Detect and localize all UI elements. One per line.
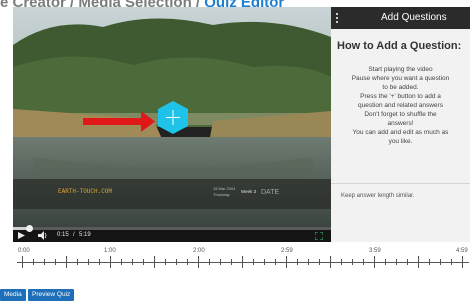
kebab-menu-icon[interactable]: [335, 12, 339, 24]
help-line: answers!: [387, 120, 414, 127]
fullscreen-icon[interactable]: [315, 232, 323, 240]
timeline-minor-tick: [55, 259, 56, 265]
help-line: Pause where you want a question: [351, 75, 450, 82]
help-line: Start playing the video: [368, 66, 433, 73]
timeline-minor-tick: [121, 259, 122, 265]
help-line: Press the '+' button to add a: [360, 93, 441, 100]
help-line: question and related answers: [358, 102, 443, 109]
media-button[interactable]: Media: [0, 289, 26, 301]
timeline-minor-tick: [231, 259, 232, 265]
timeline-minor-tick: [132, 259, 133, 265]
volume-icon[interactable]: [38, 231, 48, 240]
timeline-minor-tick: [275, 259, 276, 265]
timeline[interactable]: 0:00 1:00 2:00 2:59 3:59 4:59: [0, 244, 470, 274]
video-controls: 0:15 / 5:19: [13, 225, 331, 242]
watermark-week: Week 3: [241, 189, 257, 194]
help-text: Start playing the video Pause where you …: [333, 65, 468, 146]
timeline-major-tick: [110, 256, 111, 268]
timeline-label: 3:59: [369, 248, 381, 254]
timeline-label: 0:00: [18, 248, 30, 254]
help-line: Don't forget to shuffle the: [364, 111, 437, 118]
watermark-right: DATE: [261, 189, 279, 196]
timeline-minor-tick: [429, 259, 430, 265]
time-separator: /: [73, 232, 75, 238]
timeline-major-tick: [22, 256, 23, 268]
duration: 5:19: [79, 232, 91, 238]
help-title: How to Add a Question:: [337, 40, 462, 52]
watermark-left: EARTH-TOUCH.COM: [58, 188, 112, 195]
timeline-minor-tick: [99, 259, 100, 265]
timeline-minor-tick: [176, 259, 177, 265]
timeline-major-tick: [418, 256, 419, 268]
timeline-minor-tick: [308, 259, 309, 265]
progress-handle[interactable]: [25, 225, 33, 232]
timeline-major-tick: [286, 256, 287, 268]
panel-divider: [331, 183, 470, 184]
tip-text: Keep answer length similar.: [341, 193, 415, 199]
timeline-minor-tick: [352, 259, 353, 265]
timeline-minor-tick: [297, 259, 298, 265]
timeline-minor-tick: [396, 259, 397, 265]
video-frame: EARTH-TOUCH.COM 15 Mar 2004 Thursday Wee…: [13, 7, 331, 229]
panel-title: Add Questions: [381, 12, 447, 23]
pagination-dots: [430, 232, 465, 242]
timeline-minor-tick: [33, 259, 34, 265]
add-questions-panel: Add Questions How to Add a Question: Sta…: [331, 7, 470, 242]
play-icon[interactable]: [18, 232, 25, 239]
timeline-minor-tick: [407, 259, 408, 265]
timeline-minor-tick: [363, 259, 364, 265]
help-line: to be added.: [382, 84, 419, 91]
timeline-minor-tick: [143, 259, 144, 265]
timeline-major-tick: [154, 256, 155, 268]
timeline-minor-tick: [385, 259, 386, 265]
timeline-major-tick: [198, 256, 199, 268]
help-line: you like.: [388, 138, 413, 145]
timeline-minor-tick: [187, 259, 188, 265]
timeline-label: 2:59: [281, 248, 293, 254]
timeline-minor-tick: [165, 259, 166, 265]
timeline-minor-tick: [220, 259, 221, 265]
watermark-date: 15 Mar 2004: [213, 186, 236, 191]
timeline-minor-tick: [209, 259, 210, 265]
timeline-minor-tick: [341, 259, 342, 265]
timeline-minor-tick: [440, 259, 441, 265]
progress-bar[interactable]: [13, 225, 331, 232]
watermark-day: Thursday: [213, 192, 230, 197]
help-line: You can add and edit as much as: [352, 129, 449, 136]
timeline-axis: [17, 262, 469, 263]
timeline-major-tick: [374, 256, 375, 268]
video-player[interactable]: EARTH-TOUCH.COM 15 Mar 2004 Thursday Wee…: [13, 7, 331, 242]
timeline-label: 1:00: [104, 248, 116, 254]
timeline-minor-tick: [88, 259, 89, 265]
timeline-minor-tick: [451, 259, 452, 265]
timeline-minor-tick: [44, 259, 45, 265]
timeline-major-tick: [462, 256, 463, 268]
timeline-major-tick: [66, 256, 67, 268]
timeline-major-tick: [242, 256, 243, 268]
timeline-minor-tick: [264, 259, 265, 265]
current-time: 0:15: [57, 232, 69, 238]
timeline-minor-tick: [253, 259, 254, 265]
timeline-minor-tick: [319, 259, 320, 265]
preview-quiz-button[interactable]: Preview Quiz: [28, 289, 75, 301]
timeline-major-tick: [330, 256, 331, 268]
timeline-minor-tick: [77, 259, 78, 265]
panel-header: Add Questions: [331, 7, 470, 29]
timeline-label: 4:59: [456, 248, 468, 254]
timeline-label: 2:00: [193, 248, 205, 254]
